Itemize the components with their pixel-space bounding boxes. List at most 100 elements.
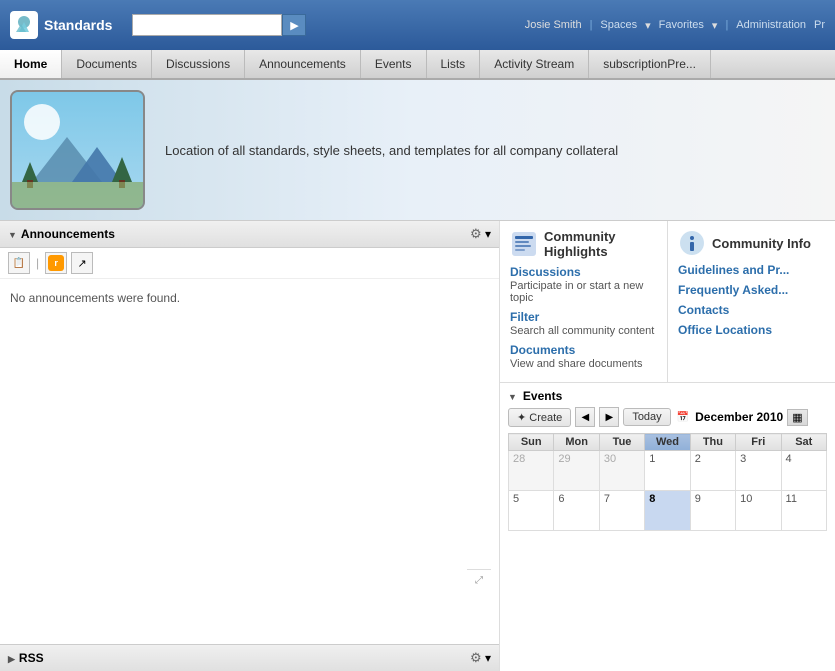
community-info-title: Community Info: [678, 229, 825, 257]
search-input[interactable]: [132, 14, 282, 36]
cal-header-sat: Sat: [781, 434, 826, 451]
filter-desc: Search all community content: [510, 325, 657, 337]
favorites-arrow: ▾: [712, 19, 718, 32]
share-button[interactable]: ↗: [71, 252, 93, 274]
gear-dropdown-arrow: ▾: [485, 227, 491, 241]
events-title-text: Events: [523, 389, 562, 403]
share-icon: ↗: [78, 257, 87, 270]
announcements-collapse-icon[interactable]: [8, 227, 17, 241]
rss-button[interactable]: r: [45, 252, 67, 274]
rss-bar: RSS ▾: [0, 644, 499, 671]
cal-day-5[interactable]: 5: [509, 491, 554, 531]
cal-header-thu: Thu: [690, 434, 735, 451]
discussions-link[interactable]: Discussions: [510, 265, 657, 279]
create-icon: ✦: [517, 412, 526, 424]
announcements-toolbar: 📋 | r ↗: [0, 248, 499, 279]
create-event-button[interactable]: ✦ Create: [508, 408, 571, 427]
rss-icon: r: [48, 255, 64, 271]
today-button[interactable]: Today: [623, 408, 670, 426]
nav-activity-stream[interactable]: Activity Stream: [480, 50, 589, 78]
events-toolbar: ✦ Create ◀ ▶ Today 📅 December 2010 ▦: [508, 407, 827, 427]
logo-text: Standards: [44, 17, 112, 33]
cal-day-9[interactable]: 9: [690, 491, 735, 531]
rss-gear-arrow: ▾: [485, 651, 491, 665]
rss-title: RSS: [8, 651, 44, 665]
banner-image: [10, 90, 145, 210]
current-user: Josie Smith: [525, 19, 582, 31]
nav-home[interactable]: Home: [0, 50, 62, 78]
contacts-link[interactable]: Contacts: [678, 303, 825, 317]
announcements-title: Announcements: [8, 227, 115, 241]
add-announcement-button[interactable]: 📋: [8, 252, 30, 274]
cal-header-mon: Mon: [554, 434, 599, 451]
cal-icon: 📅: [675, 412, 691, 423]
cal-day-10[interactable]: 10: [736, 491, 781, 531]
sep1: |: [590, 19, 593, 31]
pr-link[interactable]: Pr: [814, 19, 825, 31]
spaces-link[interactable]: Spaces: [600, 19, 637, 31]
nav: Home Documents Discussions Announcements…: [0, 50, 835, 80]
faq-link[interactable]: Frequently Asked...: [678, 283, 825, 297]
community-info: Community Info Guidelines and Pr... Freq…: [668, 221, 835, 382]
toolbar-sep: |: [34, 256, 41, 270]
nav-events[interactable]: Events: [361, 50, 427, 78]
bottom-expand: ⤢: [467, 569, 491, 591]
rss-gear[interactable]: ▾: [470, 650, 491, 666]
community-highlights-title: Community Highlights: [510, 229, 657, 259]
nav-discussions[interactable]: Discussions: [152, 50, 245, 78]
announcements-gear[interactable]: ▾: [470, 226, 491, 242]
cal-day-7[interactable]: 7: [599, 491, 644, 531]
calendar-table: Sun Mon Tue Wed Thu Fri Sat 28 29 30 1: [508, 433, 827, 531]
cal-day-4[interactable]: 4: [781, 451, 826, 491]
guidelines-link[interactable]: Guidelines and Pr...: [678, 263, 825, 277]
prev-month-button[interactable]: ◀: [575, 407, 595, 427]
gear-icon: [470, 227, 482, 241]
calendar-view-button[interactable]: ▦: [787, 409, 807, 426]
logo[interactable]: Standards: [10, 11, 112, 39]
cal-day-29-prev[interactable]: 29: [554, 451, 599, 491]
info-icon: [678, 229, 706, 257]
next-month-button[interactable]: ▶: [599, 407, 619, 427]
search-button[interactable]: ▶: [282, 14, 306, 36]
cal-day-11[interactable]: 11: [781, 491, 826, 531]
cal-header-tue: Tue: [599, 434, 644, 451]
spaces-arrow: ▾: [645, 19, 651, 32]
cal-day-3[interactable]: 3: [736, 451, 781, 491]
right-panel: Community Highlights Discussions Partici…: [500, 221, 835, 671]
nav-subscription[interactable]: subscriptionPre...: [589, 50, 711, 78]
rss-gear-icon: [470, 651, 482, 665]
highlights-icon: [510, 230, 538, 258]
cal-day-6[interactable]: 6: [554, 491, 599, 531]
cal-day-30-prev[interactable]: 30: [599, 451, 644, 491]
filter-link[interactable]: Filter: [510, 310, 657, 324]
main-content: Announcements ▾ 📋 | r ↗: [0, 221, 835, 671]
events-month-label: December 2010: [695, 410, 783, 424]
admin-link[interactable]: Administration: [736, 19, 806, 31]
banner-description: Location of all standards, style sheets,…: [145, 143, 618, 158]
favorites-link[interactable]: Favorites: [659, 19, 704, 31]
nav-announcements[interactable]: Announcements: [245, 50, 361, 78]
community-row: Community Highlights Discussions Partici…: [500, 221, 835, 383]
cal-day-1[interactable]: 1: [645, 451, 690, 491]
documents-link[interactable]: Documents: [510, 343, 657, 357]
office-locations-link[interactable]: Office Locations: [678, 323, 825, 337]
add-icon: 📋: [13, 258, 25, 269]
banner: Location of all standards, style sheets,…: [0, 80, 835, 221]
documents-desc: View and share documents: [510, 358, 657, 370]
cal-header-wed: Wed: [645, 434, 690, 451]
nav-documents[interactable]: Documents: [62, 50, 152, 78]
cal-day-8-today[interactable]: 8: [645, 491, 690, 531]
left-content: Announcements ▾ 📋 | r ↗: [0, 221, 499, 671]
cal-day-28-prev[interactable]: 28: [509, 451, 554, 491]
community-highlights: Community Highlights Discussions Partici…: [500, 221, 668, 382]
announcements-header: Announcements ▾: [0, 221, 499, 248]
cal-header-sun: Sun: [509, 434, 554, 451]
rss-collapse-icon[interactable]: [8, 651, 15, 665]
events-collapse-icon[interactable]: [508, 389, 517, 403]
cal-day-2[interactable]: 2: [690, 451, 735, 491]
sep2: |: [725, 19, 728, 31]
cal-header-fri: Fri: [736, 434, 781, 451]
nav-lists[interactable]: Lists: [427, 50, 481, 78]
table-row: 28 29 30 1 2 3 4: [509, 451, 827, 491]
topbar: Standards ▶ Josie Smith | Spaces ▾ Favor…: [0, 0, 835, 50]
